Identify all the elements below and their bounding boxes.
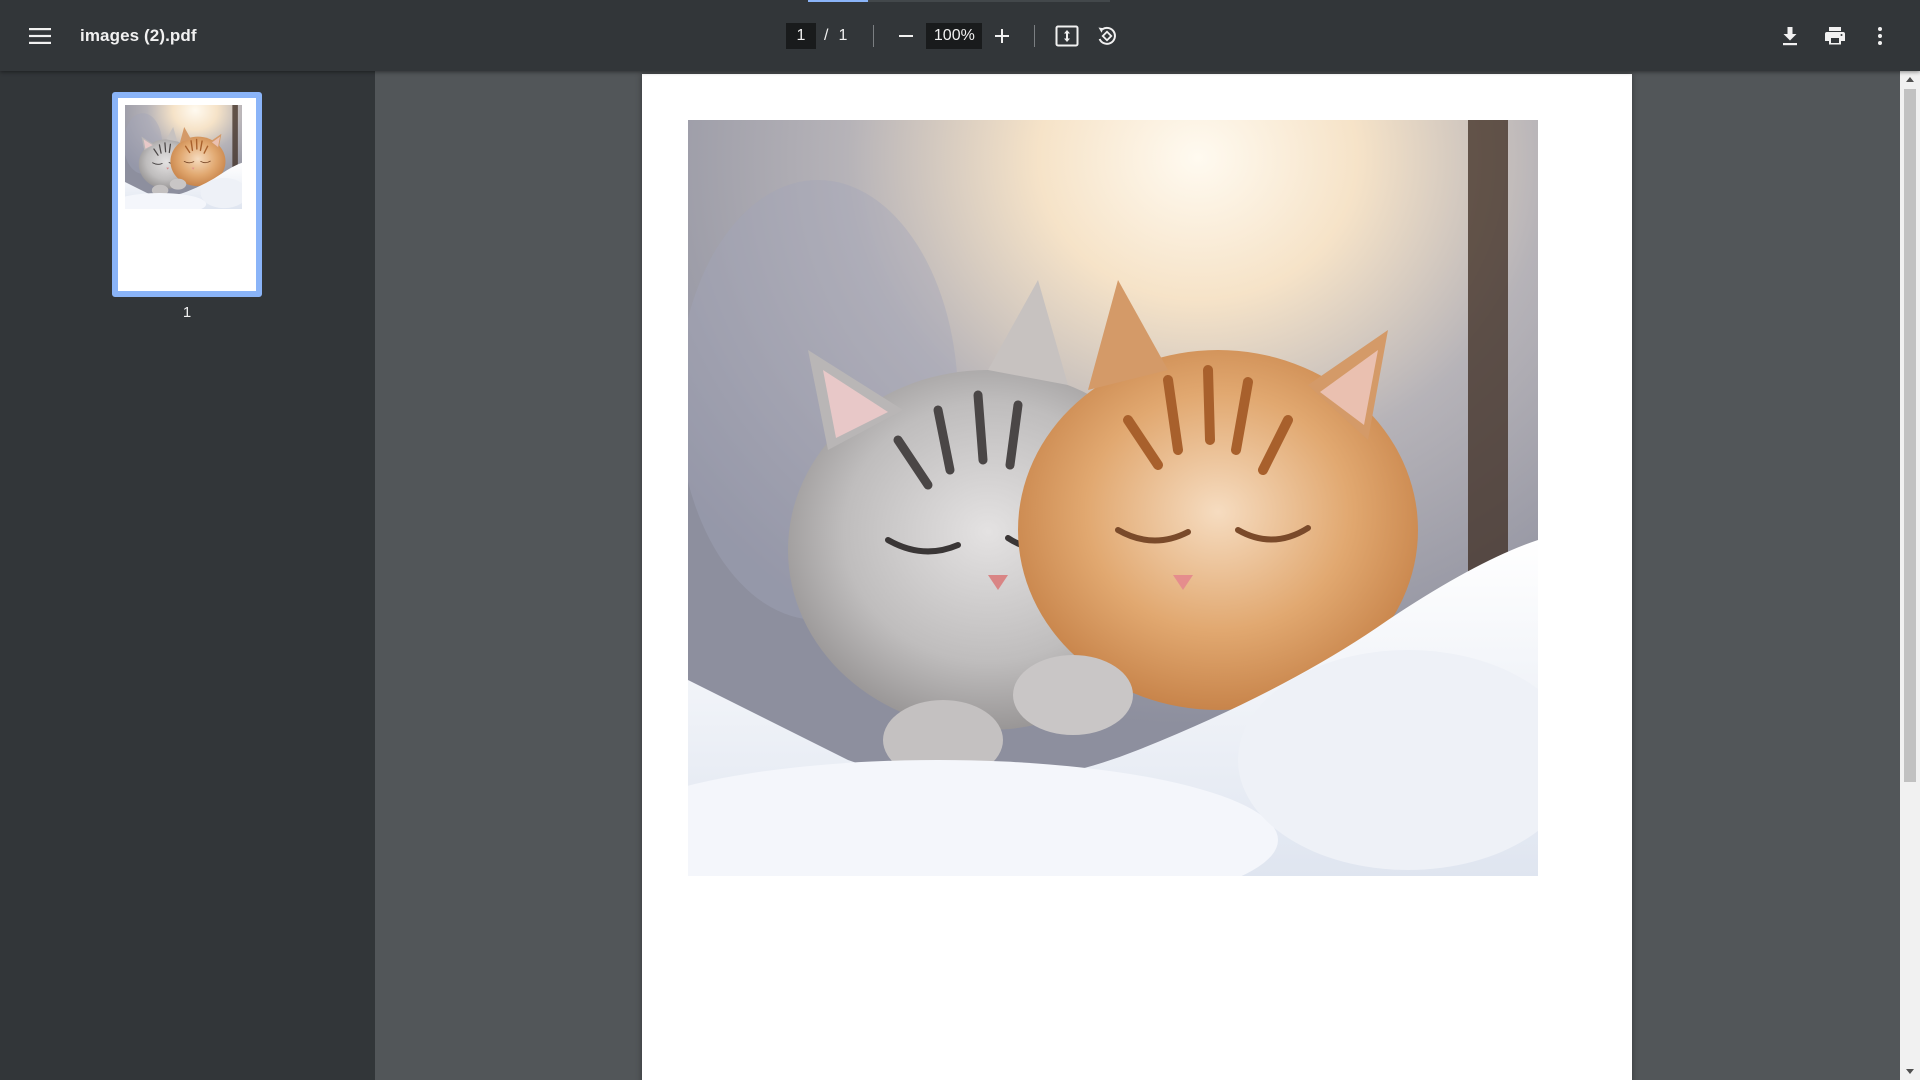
thumbnail-image — [125, 105, 242, 209]
print-icon — [1825, 26, 1845, 44]
toolbar-center: / 1 — [786, 0, 1127, 71]
fit-to-page-button[interactable] — [1047, 16, 1087, 56]
print-button[interactable] — [1815, 16, 1855, 56]
minus-icon — [899, 34, 914, 37]
page-number-input[interactable] — [786, 22, 816, 49]
menu-button[interactable] — [20, 16, 60, 56]
scroll-up-arrow[interactable] — [1900, 71, 1920, 88]
more-actions-button[interactable] — [1860, 16, 1900, 56]
toolbar-right — [1770, 0, 1900, 71]
scrollbar-thumb[interactable] — [1904, 89, 1916, 782]
zoom-out-button[interactable] — [886, 16, 926, 56]
page-total: 1 — [838, 26, 848, 44]
scroll-down-arrow[interactable] — [1900, 1063, 1920, 1080]
rotate-counterclockwise-icon — [1098, 26, 1117, 45]
page-thumbnail-selected[interactable] — [112, 92, 262, 297]
more-vertical-icon — [1878, 26, 1882, 45]
thumbnail-page-number: 1 — [182, 304, 192, 321]
toolbar-left: images (2).pdf — [20, 0, 197, 71]
fit-to-page-icon — [1055, 25, 1079, 46]
document-title: images (2).pdf — [80, 25, 197, 45]
document-viewer[interactable] — [375, 71, 1900, 1080]
zoom-in-button[interactable] — [982, 16, 1022, 56]
thumbnail-sidebar: 1 — [0, 71, 375, 1080]
zoom-input[interactable] — [926, 22, 983, 49]
hamburger-menu-icon — [29, 27, 51, 44]
toolbar: images (2).pdf / 1 — [0, 0, 1920, 71]
download-icon — [1783, 26, 1797, 45]
download-button[interactable] — [1770, 16, 1810, 56]
caret-up-icon — [1906, 77, 1914, 82]
toolbar-divider — [1034, 24, 1036, 47]
caret-down-icon — [1906, 1069, 1914, 1074]
page-separator: / — [824, 26, 829, 44]
pdf-page — [642, 74, 1632, 1080]
toolbar-divider — [873, 24, 875, 47]
vertical-scrollbar[interactable] — [1900, 71, 1920, 1080]
plus-icon — [995, 28, 1010, 43]
rotate-button[interactable] — [1087, 16, 1127, 56]
document-image — [688, 120, 1538, 876]
